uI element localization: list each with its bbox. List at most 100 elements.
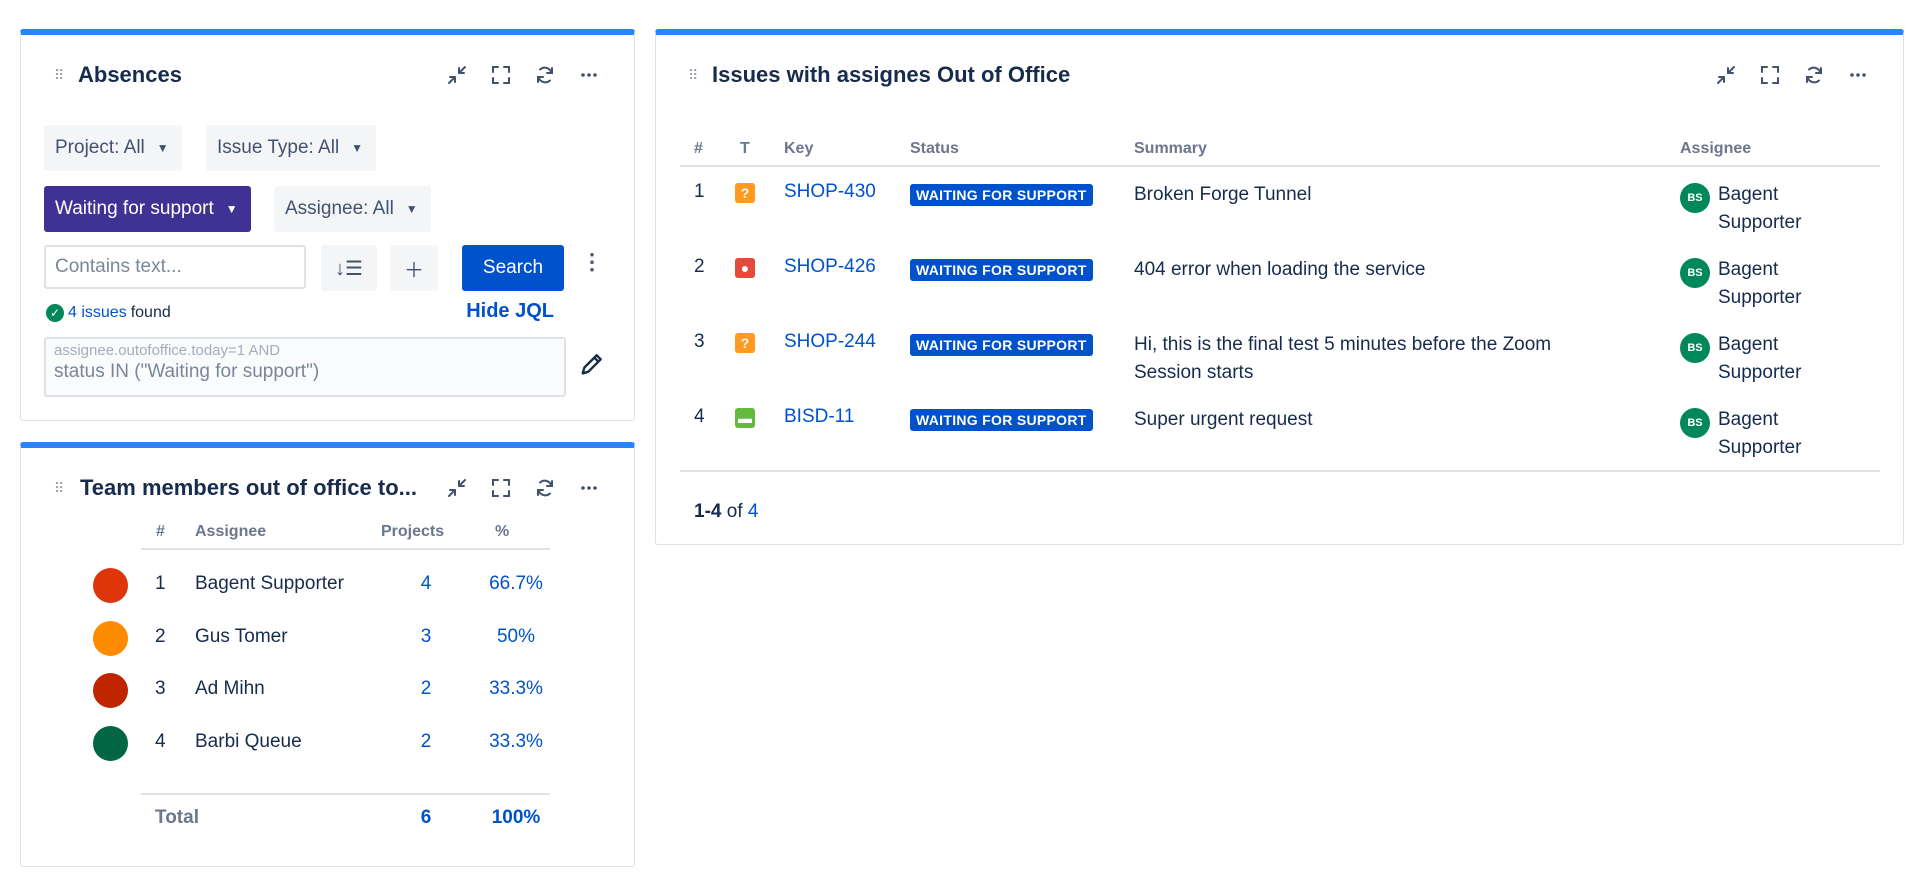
projects-count[interactable]: 4 — [406, 573, 446, 595]
projects-count[interactable]: 3 — [406, 626, 446, 648]
issue-type-filter-label: Issue Type: All — [217, 137, 340, 158]
drag-handle-icon[interactable]: ⠿ — [54, 67, 66, 84]
legend-dot — [93, 725, 128, 761]
col-header-status[interactable]: Status — [910, 140, 959, 158]
assignee-name: Barbi Queue — [195, 730, 302, 752]
issue-summary[interactable]: Broken Forge Tunnel — [1134, 181, 1311, 209]
row-num: 3 — [155, 678, 166, 699]
status-badge: WAITING FOR SUPPORT — [910, 409, 1093, 431]
total-percent[interactable]: 100% — [481, 807, 551, 829]
gadget-actions — [442, 57, 604, 93]
refresh-icon[interactable] — [530, 473, 560, 503]
issue-key-link[interactable]: SHOP-244 — [784, 331, 876, 353]
jql-line-1: assignee.outofoffice.today=1 AND — [54, 342, 281, 359]
issue-type-filter[interactable]: Issue Type: All ▼ — [206, 125, 377, 171]
total-label: Total — [155, 807, 199, 828]
row-num: 3 — [694, 331, 705, 352]
project-filter[interactable]: Project: All ▼ — [44, 125, 182, 171]
found-label: found — [130, 304, 171, 321]
legend-dot — [93, 620, 128, 656]
assignee-last: Supporter — [1718, 437, 1802, 458]
assignee-name: Gus Tomer — [195, 625, 288, 647]
contains-text-input[interactable]: Contains text... — [44, 245, 306, 289]
col-header-summary[interactable]: Summary — [1134, 140, 1207, 158]
legend-dot — [93, 568, 128, 603]
question-icon: ? — [735, 183, 755, 203]
projects-count[interactable]: 2 — [406, 731, 446, 753]
assignee-first: Bagent — [1718, 184, 1779, 205]
chevron-down-icon: ▼ — [156, 141, 169, 155]
fullscreen-icon[interactable] — [486, 473, 516, 503]
row-num: 1 — [694, 181, 705, 202]
table-row: 1 Bagent Supporter 4 66.7% — [21, 560, 621, 612]
issue-summary[interactable]: Super urgent request — [1134, 406, 1313, 434]
percent-value[interactable]: 66.7% — [481, 573, 551, 595]
status-filter[interactable]: Waiting for support ▼ — [44, 186, 251, 232]
percent-value[interactable]: 50% — [481, 626, 551, 648]
question-icon: ? — [735, 333, 755, 353]
issues-found-link[interactable]: 4 issues — [68, 304, 127, 322]
issue-key-link[interactable]: SHOP-426 — [784, 256, 876, 278]
drag-handle-icon[interactable]: ⠿ — [688, 67, 700, 84]
assignee-filter[interactable]: Assignee: All ▼ — [274, 186, 431, 232]
add-button[interactable]: ＋ — [390, 245, 438, 291]
issue-key-link[interactable]: SHOP-430 — [784, 181, 876, 203]
table-row[interactable]: 4 ▬ BISD-11 WAITING FOR SUPPORT Super urgent… — [656, 402, 1896, 477]
check-icon: ✓ — [46, 304, 64, 322]
status-badge: WAITING FOR SUPPORT — [910, 259, 1093, 281]
col-header-percent: % — [495, 523, 510, 540]
legend-dot — [93, 673, 128, 708]
table-row[interactable]: 3? SHOP-244 WAITING FOR SUPPORT Hi, this is… — [656, 327, 1896, 402]
pagination: 1-4 of 4 — [694, 501, 758, 523]
fullscreen-icon[interactable] — [1755, 60, 1785, 90]
more-icon[interactable] — [1843, 60, 1873, 90]
assignee-name: Bagent Supporter — [195, 573, 344, 594]
team-members-gadget: ⠿ Team members out of office to... # Ass… — [20, 442, 635, 867]
col-header-assignee[interactable]: Assignee — [1680, 140, 1751, 158]
gadget-title: Absences — [78, 62, 182, 87]
table-row[interactable]: 2 ● SHOP-426 WAITING FOR SUPPORT 404 error w… — [656, 252, 1896, 327]
assignee-last: Supporter — [1718, 362, 1802, 383]
percent-value[interactable]: 33.3% — [481, 731, 551, 753]
footer-divider — [680, 470, 1880, 472]
sort-button[interactable]: ↓☰ — [321, 245, 377, 291]
assignee-name: Ad Mihn — [195, 678, 265, 699]
row-num: 1 — [155, 573, 166, 594]
more-icon[interactable] — [574, 60, 604, 90]
issue-key-link[interactable]: BISD-11 — [784, 406, 854, 428]
minimize-icon[interactable] — [442, 473, 472, 503]
gadget-actions — [442, 470, 604, 506]
avatar: BS — [1680, 183, 1710, 213]
issue-summary[interactable]: 404 error when loading the service — [1134, 256, 1426, 284]
table-row: 2 Gus Tomer 3 50% — [21, 613, 621, 665]
minimize-icon[interactable] — [1711, 60, 1741, 90]
row-num: 2 — [155, 625, 166, 647]
refresh-icon[interactable] — [530, 60, 560, 90]
refresh-icon[interactable] — [1799, 60, 1829, 90]
kebab-menu-icon[interactable]: ⋮ — [581, 249, 603, 275]
assignee-first: Bagent — [1718, 409, 1779, 430]
total-projects[interactable]: 6 — [406, 807, 446, 829]
pager-total[interactable]: 4 — [748, 501, 759, 522]
projects-count[interactable]: 2 — [406, 678, 446, 700]
col-header-key[interactable]: Key — [784, 140, 813, 158]
pager-range: 1-4 — [694, 501, 722, 522]
more-icon[interactable] — [574, 473, 604, 503]
absences-gadget: ⠿ Absences Project: All ▼ Issue Type: All… — [20, 29, 635, 421]
table-row[interactable]: 1? SHOP-430 WAITING FOR SUPPORT Broken Forg… — [656, 177, 1896, 252]
total-divider — [141, 793, 550, 795]
percent-value[interactable]: 33.3% — [481, 678, 551, 700]
issue-summary[interactable]: Hi, this is the final test 5 minutes bef… — [1134, 331, 1551, 387]
jql-editor[interactable]: assignee.outofoffice.today=1 AND status … — [44, 337, 566, 397]
status-badge: WAITING FOR SUPPORT — [910, 184, 1093, 206]
hide-jql-link[interactable]: Hide JQL — [466, 300, 554, 323]
minimize-icon[interactable] — [442, 60, 472, 90]
drag-handle-icon[interactable]: ⠿ — [54, 480, 66, 497]
avatar: BS — [1680, 333, 1710, 363]
search-button[interactable]: Search — [462, 245, 564, 291]
pager-of: of — [726, 501, 743, 522]
chevron-down-icon: ▼ — [405, 202, 418, 216]
fullscreen-icon[interactable] — [486, 60, 516, 90]
pencil-icon[interactable] — [578, 350, 606, 378]
contains-text-placeholder: Contains text... — [55, 256, 182, 277]
